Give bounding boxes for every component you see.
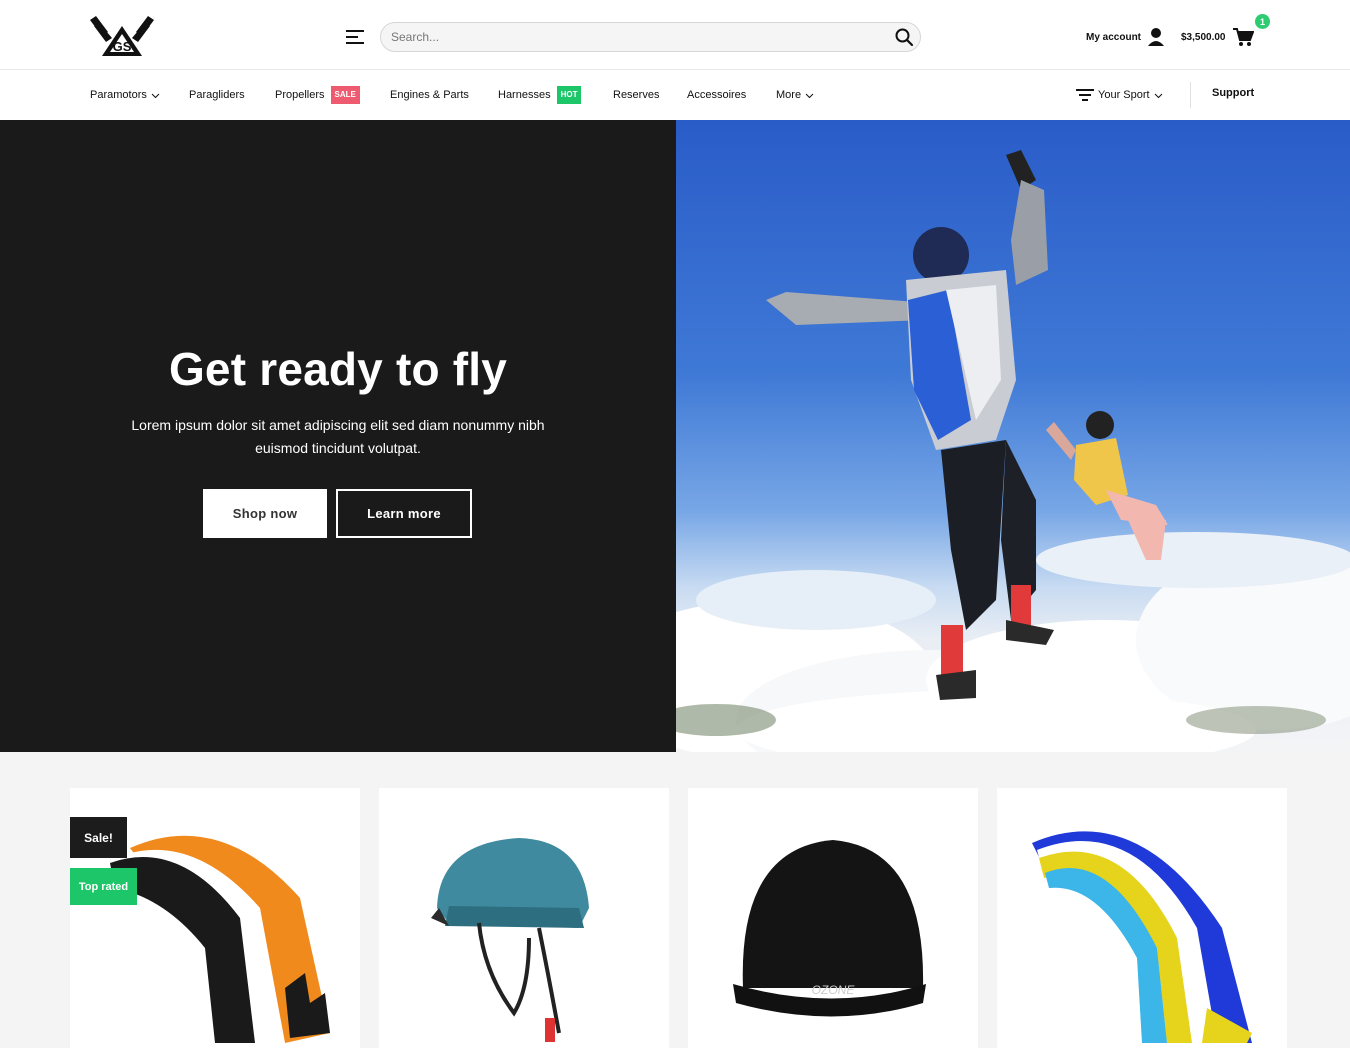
nav-divider (1190, 82, 1191, 108)
nav-item-label: Accessoires (687, 89, 747, 101)
account-label: My account (1086, 31, 1142, 43)
nav-item-paragliders[interactable]: Paragliders (189, 87, 245, 103)
product-card[interactable]: Sale! Top rated (70, 788, 360, 1048)
svg-text:GS: GS (113, 39, 132, 54)
shop-now-button[interactable]: Shop now (203, 489, 327, 538)
chevron-down-icon (805, 93, 814, 98)
products-section: Sale! Top rated OZONE (0, 752, 1350, 1048)
nav-item-harnesses[interactable]: Harnesses HOT (498, 86, 582, 104)
nav-item-label: Reserves (613, 89, 660, 101)
hero-text-panel: Get ready to fly Lorem ipsum dolor sit a… (0, 120, 676, 752)
product-card[interactable] (997, 788, 1287, 1048)
my-account-link[interactable]: My account (1086, 25, 1165, 49)
user-icon (1148, 28, 1165, 46)
sale-badge: Sale! (70, 817, 127, 858)
nav-item-label: Paramotors (90, 89, 147, 101)
nav-item-accessoires[interactable]: Accessoires (687, 87, 746, 103)
skydivers-photo (676, 120, 1350, 752)
support-label: Support (1212, 87, 1255, 99)
nav-item-label: Engines & Parts (390, 89, 469, 101)
sale-tag: SALE (330, 86, 360, 104)
menu-icon[interactable] (344, 26, 366, 48)
paraglider-wing-blue-image (1032, 831, 1252, 1043)
your-sport-dropdown[interactable]: Your Sport (1076, 87, 1163, 103)
cart-count-badge: 1 (1255, 14, 1270, 29)
nav-item-label: More (776, 89, 802, 101)
brand-logo[interactable]: GS (88, 14, 156, 60)
beanie-brand-text: OZONE (812, 983, 856, 997)
search-icon[interactable] (894, 27, 914, 47)
nav-item-label: Propellers (275, 89, 325, 101)
search-bar (380, 22, 921, 52)
hot-tag: HOT (556, 86, 582, 104)
cart-icon (1232, 28, 1254, 46)
main-nav: Paramotors Paragliders Propellers SALE E… (0, 70, 1350, 120)
nav-item-propellers[interactable]: Propellers SALE (275, 86, 360, 104)
nav-item-label: Paragliders (189, 89, 245, 101)
hero-subtitle: Lorem ipsum dolor sit amet adipiscing el… (131, 417, 545, 456)
nav-item-paramotors[interactable]: Paramotors (90, 87, 160, 103)
support-link[interactable]: Support (1212, 85, 1254, 101)
nav-item-reserves[interactable]: Reserves (613, 87, 659, 103)
chevron-down-icon (151, 93, 160, 98)
nav-item-more[interactable]: More (776, 87, 814, 103)
hero-banner: Get ready to fly Lorem ipsum dolor sit a… (0, 120, 1350, 752)
learn-more-button[interactable]: Learn more (336, 489, 472, 538)
nav-item-engines-parts[interactable]: Engines & Parts (390, 87, 469, 103)
top-rated-badge: Top rated (70, 868, 137, 905)
product-card[interactable] (379, 788, 669, 1048)
hero-title: Get ready to fly (168, 343, 508, 395)
filter-icon (1076, 89, 1094, 101)
helmet-image (431, 838, 589, 1042)
search-input[interactable] (391, 23, 871, 51)
beanie-image: OZONE (733, 840, 926, 1017)
cart-total: $3,500.00 (1181, 31, 1226, 43)
chevron-down-icon (1154, 93, 1162, 98)
site-header: GS My account $3,500.00 1 (0, 0, 1350, 70)
product-card[interactable]: OZONE (688, 788, 978, 1048)
cart-link[interactable]: $3,500.00 1 (1181, 14, 1270, 52)
nav-item-label: Harnesses (498, 89, 551, 101)
your-sport-label: Your Sport (1098, 89, 1150, 101)
